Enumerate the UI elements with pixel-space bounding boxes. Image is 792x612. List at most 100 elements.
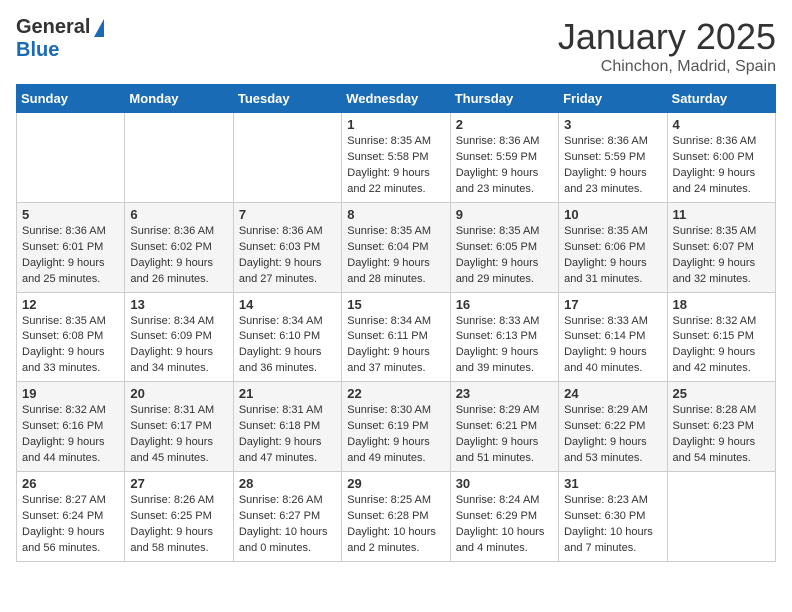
- calendar-cell: 12 Sunrise: 8:35 AM Sunset: 6:08 PM Dayli…: [17, 292, 125, 382]
- day-number: 4: [673, 117, 770, 132]
- calendar-week-row: 5Sunrise: 8:36 AM Sunset: 6:01 PM Daylig…: [17, 202, 776, 292]
- day-info: Sunrise: 8:35 AM Sunset: 6:07 PM Dayligh…: [673, 224, 770, 288]
- calendar-header-monday: Monday: [125, 85, 233, 113]
- calendar-cell: 30 Sunrise: 8:24 AM Sunset: 6:29 PM Dayli…: [450, 472, 558, 562]
- calendar-header-thursday: Thursday: [450, 85, 558, 113]
- day-number: 28: [239, 476, 336, 491]
- day-number: 16: [456, 297, 553, 312]
- calendar-cell: 17 Sunrise: 8:33 AM Sunset: 6:14 PM Dayli…: [559, 292, 667, 382]
- calendar-cell: 29Sunrise: 8:25 AM Sunset: 6:28 PM Dayli…: [342, 472, 450, 562]
- logo-blue-text: Blue: [16, 39, 59, 62]
- day-number: 5: [22, 207, 119, 222]
- location-text: Chinchon, Madrid, Spain: [558, 58, 776, 76]
- logo: General Blue: [16, 16, 104, 62]
- day-info: Sunrise: 8:34 AM Sunset: 6:09 PM Dayligh…: [130, 314, 227, 378]
- calendar-cell: 5Sunrise: 8:36 AM Sunset: 6:01 PM Daylig…: [17, 202, 125, 292]
- day-number: 31: [564, 476, 661, 491]
- calendar-cell: 3 Sunrise: 8:36 AM Sunset: 5:59 PM Daylig…: [559, 113, 667, 203]
- day-info: Sunrise: 8:31 AM Sunset: 6:18 PM Dayligh…: [239, 403, 336, 467]
- calendar-cell: 31 Sunrise: 8:23 AM Sunset: 6:30 PM Dayli…: [559, 472, 667, 562]
- calendar-cell: [233, 113, 341, 203]
- day-number: 19: [22, 386, 119, 401]
- day-number: 30: [456, 476, 553, 491]
- day-number: 15: [347, 297, 444, 312]
- calendar-cell: 18 Sunrise: 8:32 AM Sunset: 6:15 PM Dayli…: [667, 292, 775, 382]
- calendar-cell: 7 Sunrise: 8:36 AM Sunset: 6:03 PM Daylig…: [233, 202, 341, 292]
- day-info: Sunrise: 8:29 AM Sunset: 6:21 PM Dayligh…: [456, 403, 553, 467]
- calendar-cell: 11 Sunrise: 8:35 AM Sunset: 6:07 PM Dayli…: [667, 202, 775, 292]
- day-number: 11: [673, 207, 770, 222]
- day-number: 22: [347, 386, 444, 401]
- calendar-cell: 28 Sunrise: 8:26 AM Sunset: 6:27 PM Dayli…: [233, 472, 341, 562]
- calendar-cell: 23 Sunrise: 8:29 AM Sunset: 6:21 PM Dayli…: [450, 382, 558, 472]
- day-number: 23: [456, 386, 553, 401]
- day-number: 27: [130, 476, 227, 491]
- calendar-cell: 24Sunrise: 8:29 AM Sunset: 6:22 PM Dayli…: [559, 382, 667, 472]
- day-number: 8: [347, 207, 444, 222]
- calendar-cell: 1 Sunrise: 8:35 AM Sunset: 5:58 PM Daylig…: [342, 113, 450, 203]
- day-info: Sunrise: 8:31 AM Sunset: 6:17 PM Dayligh…: [130, 403, 227, 467]
- day-number: 6: [130, 207, 227, 222]
- day-info: Sunrise: 8:34 AM Sunset: 6:10 PM Dayligh…: [239, 314, 336, 378]
- calendar-header-saturday: Saturday: [667, 85, 775, 113]
- day-number: 12: [22, 297, 119, 312]
- day-info: Sunrise: 8:35 AM Sunset: 5:58 PM Dayligh…: [347, 134, 444, 198]
- day-number: 1: [347, 117, 444, 132]
- calendar-cell: 13 Sunrise: 8:34 AM Sunset: 6:09 PM Dayli…: [125, 292, 233, 382]
- calendar-table: SundayMondayTuesdayWednesdayThursdayFrid…: [16, 84, 776, 562]
- day-info: Sunrise: 8:24 AM Sunset: 6:29 PM Dayligh…: [456, 493, 553, 557]
- calendar-cell: 20Sunrise: 8:31 AM Sunset: 6:17 PM Dayli…: [125, 382, 233, 472]
- day-number: 3: [564, 117, 661, 132]
- calendar-cell: 4 Sunrise: 8:36 AM Sunset: 6:00 PM Daylig…: [667, 113, 775, 203]
- day-info: Sunrise: 8:29 AM Sunset: 6:22 PM Dayligh…: [564, 403, 661, 467]
- day-number: 21: [239, 386, 336, 401]
- day-info: Sunrise: 8:36 AM Sunset: 5:59 PM Dayligh…: [456, 134, 553, 198]
- day-number: 18: [673, 297, 770, 312]
- calendar-cell: 15 Sunrise: 8:34 AM Sunset: 6:11 PM Dayli…: [342, 292, 450, 382]
- day-info: Sunrise: 8:36 AM Sunset: 5:59 PM Dayligh…: [564, 134, 661, 198]
- calendar-cell: 19Sunrise: 8:32 AM Sunset: 6:16 PM Dayli…: [17, 382, 125, 472]
- calendar-cell: 21 Sunrise: 8:31 AM Sunset: 6:18 PM Dayli…: [233, 382, 341, 472]
- calendar-header-sunday: Sunday: [17, 85, 125, 113]
- day-number: 9: [456, 207, 553, 222]
- calendar-header-wednesday: Wednesday: [342, 85, 450, 113]
- calendar-cell: 10 Sunrise: 8:35 AM Sunset: 6:06 PM Dayli…: [559, 202, 667, 292]
- day-info: Sunrise: 8:26 AM Sunset: 6:25 PM Dayligh…: [130, 493, 227, 557]
- day-info: Sunrise: 8:25 AM Sunset: 6:28 PM Dayligh…: [347, 493, 444, 557]
- calendar-cell: 14 Sunrise: 8:34 AM Sunset: 6:10 PM Dayli…: [233, 292, 341, 382]
- calendar-cell: [667, 472, 775, 562]
- month-title: January 2025: [558, 16, 776, 58]
- calendar-cell: 6 Sunrise: 8:36 AM Sunset: 6:02 PM Daylig…: [125, 202, 233, 292]
- calendar-cell: 2 Sunrise: 8:36 AM Sunset: 5:59 PM Daylig…: [450, 113, 558, 203]
- day-info: Sunrise: 8:23 AM Sunset: 6:30 PM Dayligh…: [564, 493, 661, 557]
- day-number: 25: [673, 386, 770, 401]
- day-number: 14: [239, 297, 336, 312]
- calendar-header-tuesday: Tuesday: [233, 85, 341, 113]
- day-number: 17: [564, 297, 661, 312]
- day-number: 2: [456, 117, 553, 132]
- logo-general-text: General: [16, 16, 90, 39]
- day-info: Sunrise: 8:36 AM Sunset: 6:02 PM Dayligh…: [130, 224, 227, 288]
- day-number: 7: [239, 207, 336, 222]
- calendar-week-row: 1 Sunrise: 8:35 AM Sunset: 5:58 PM Daylig…: [17, 113, 776, 203]
- calendar-cell: 26Sunrise: 8:27 AM Sunset: 6:24 PM Dayli…: [17, 472, 125, 562]
- day-info: Sunrise: 8:33 AM Sunset: 6:14 PM Dayligh…: [564, 314, 661, 378]
- day-info: Sunrise: 8:32 AM Sunset: 6:15 PM Dayligh…: [673, 314, 770, 378]
- day-info: Sunrise: 8:34 AM Sunset: 6:11 PM Dayligh…: [347, 314, 444, 378]
- day-info: Sunrise: 8:35 AM Sunset: 6:06 PM Dayligh…: [564, 224, 661, 288]
- day-number: 10: [564, 207, 661, 222]
- calendar-cell: 22Sunrise: 8:30 AM Sunset: 6:19 PM Dayli…: [342, 382, 450, 472]
- day-number: 13: [130, 297, 227, 312]
- page-header: General Blue January 2025 Chinchon, Madr…: [16, 16, 776, 76]
- day-info: Sunrise: 8:36 AM Sunset: 6:03 PM Dayligh…: [239, 224, 336, 288]
- day-info: Sunrise: 8:36 AM Sunset: 6:00 PM Dayligh…: [673, 134, 770, 198]
- day-info: Sunrise: 8:35 AM Sunset: 6:08 PM Dayligh…: [22, 314, 119, 378]
- day-info: Sunrise: 8:35 AM Sunset: 6:05 PM Dayligh…: [456, 224, 553, 288]
- day-info: Sunrise: 8:26 AM Sunset: 6:27 PM Dayligh…: [239, 493, 336, 557]
- day-info: Sunrise: 8:35 AM Sunset: 6:04 PM Dayligh…: [347, 224, 444, 288]
- calendar-cell: 16Sunrise: 8:33 AM Sunset: 6:13 PM Dayli…: [450, 292, 558, 382]
- day-number: 26: [22, 476, 119, 491]
- logo-triangle-icon: [94, 19, 104, 37]
- calendar-cell: [125, 113, 233, 203]
- calendar-header-friday: Friday: [559, 85, 667, 113]
